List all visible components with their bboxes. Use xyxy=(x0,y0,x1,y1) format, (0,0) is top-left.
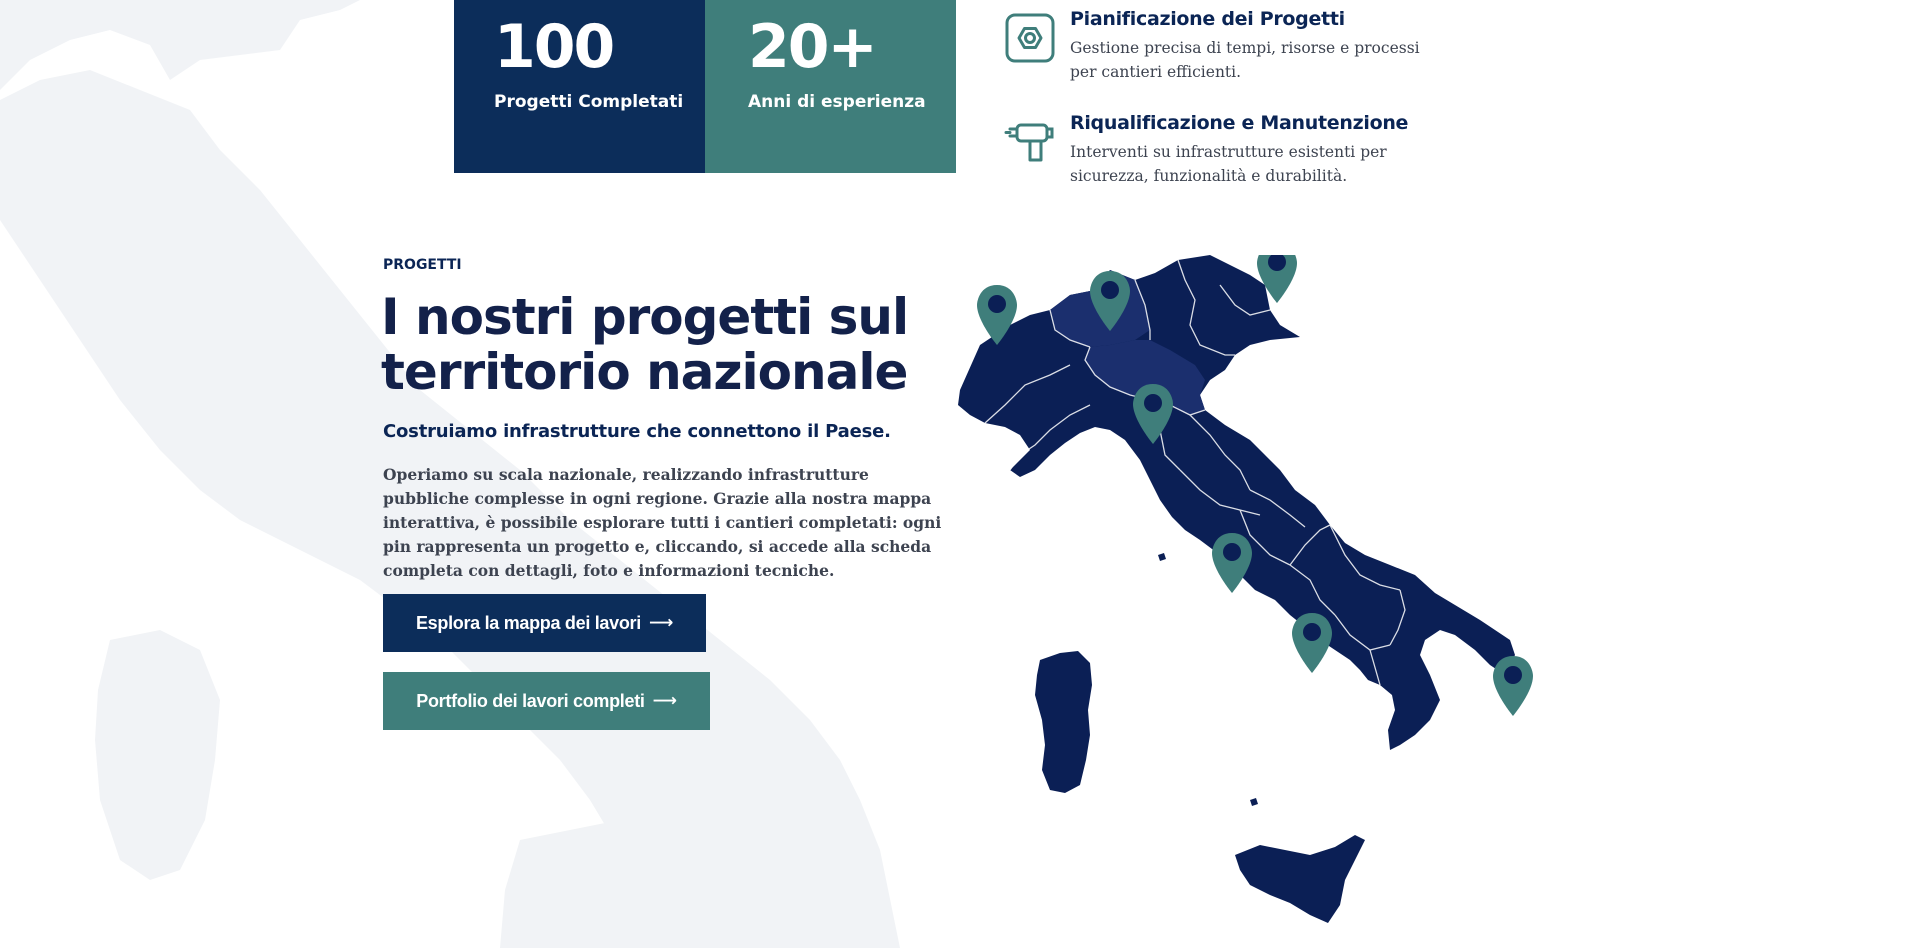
stat-label: Anni di esperienza xyxy=(748,92,926,112)
service-title: Riqualificazione e Manutenzione xyxy=(1070,112,1409,134)
map-pin-lazio[interactable] xyxy=(1212,533,1252,593)
map-islet xyxy=(1158,553,1166,561)
stat-label: Progetti Completati xyxy=(494,92,684,112)
stat-projects-completed: 100 Progetti Completati xyxy=(454,0,705,173)
arrow-right-icon: ⟶ xyxy=(652,691,677,711)
section-body: Operiamo su scala nazionale, realizzando… xyxy=(383,465,942,580)
map-sardinia[interactable] xyxy=(1035,651,1092,793)
explore-map-button[interactable]: Esplora la mappa dei lavori ⟶ xyxy=(383,594,706,652)
service-description: Interventi su infrastrutture esistenti p… xyxy=(1070,143,1387,185)
map-pin-campania[interactable] xyxy=(1292,613,1332,673)
stat-number: 100 xyxy=(494,12,615,82)
map-pin-puglia[interactable] xyxy=(1493,656,1533,716)
bolt-nut-icon xyxy=(1005,13,1055,63)
drill-icon xyxy=(1004,123,1054,162)
section-subheading: Costruiamo infrastrutture che connettono… xyxy=(383,421,891,442)
service-description: Gestione precisa di tempi, risorse e pro… xyxy=(1070,39,1420,81)
map-islet xyxy=(1250,798,1258,806)
arrow-right-icon: ⟶ xyxy=(648,613,674,633)
button-label: Portfolio dei lavori completi xyxy=(416,690,645,711)
portfolio-button[interactable]: Portfolio dei lavori completi ⟶ xyxy=(383,672,710,730)
button-label: Esplora la mappa dei lavori xyxy=(415,612,641,633)
map-sicily[interactable] xyxy=(1235,835,1365,923)
stat-number: 20+ xyxy=(748,12,878,82)
italy-map[interactable] xyxy=(950,255,1550,945)
stat-years-experience: 20+ Anni di esperienza xyxy=(705,0,956,173)
section-heading: I nostri progetti sul territorio naziona… xyxy=(381,288,909,401)
section-eyebrow: PROGETTI xyxy=(383,257,462,273)
service-title: Pianificazione dei Progetti xyxy=(1070,8,1345,30)
